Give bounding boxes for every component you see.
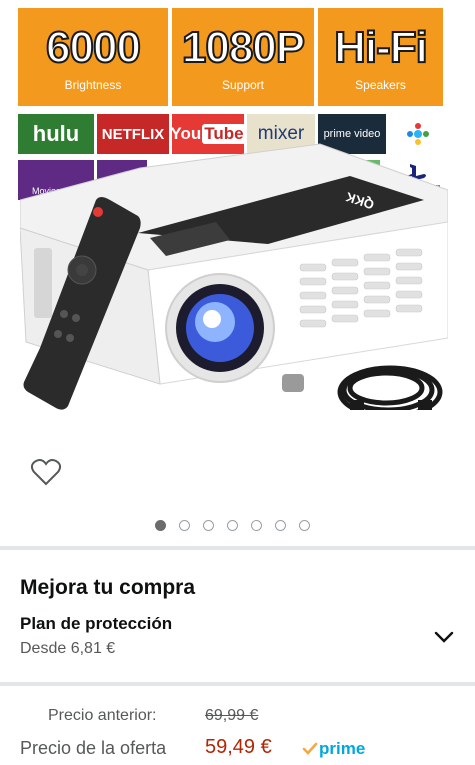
feature-label: Speakers [355,78,406,92]
section-divider [0,682,475,686]
pagination-dot[interactable] [251,520,262,531]
prime-badge: prime [302,738,365,760]
section-divider [0,546,475,550]
prime-label: prime [319,739,366,758]
checkmark-icon [302,742,318,755]
feature-banner-brightness: 6000 Brightness [18,8,168,106]
feature-label: Support [221,78,265,92]
feature-value: Hi-Fi [333,22,429,73]
feature-banner-speakers: Hi-Fi Speakers [318,8,443,106]
pagination-dot[interactable] [155,520,166,531]
previous-price-label: Precio anterior: [48,707,157,724]
protection-plan-title[interactable]: Plan de protección [20,614,172,634]
pagination-dot[interactable] [299,520,310,531]
pagination-dot[interactable] [227,520,238,531]
feature-value: 6000 [45,22,142,73]
chevron-down-icon[interactable] [433,630,455,644]
pagination-dot[interactable] [179,520,190,531]
offer-price-label: Precio de la oferta [20,738,167,758]
projector-image: QKK [20,143,448,410]
upgrade-title: Mejora tu compra [20,576,196,599]
product-image-gallery[interactable]: 6000 Brightness 1080P Support Hi-Fi Spea… [0,0,475,455]
feature-label: Brightness [64,78,122,92]
pagination-dot[interactable] [203,520,214,531]
image-pagination[interactable] [155,520,310,534]
feature-value: 1080P [181,22,306,73]
feature-banner-resolution: 1080P Support [172,8,314,106]
offer-price: 59,49 € [205,736,272,758]
pagination-dot[interactable] [275,520,286,531]
heart-icon[interactable] [30,456,62,488]
protection-plan-price: Desde 6,81 € [20,640,116,657]
previous-price: 69,99 € [205,707,259,724]
